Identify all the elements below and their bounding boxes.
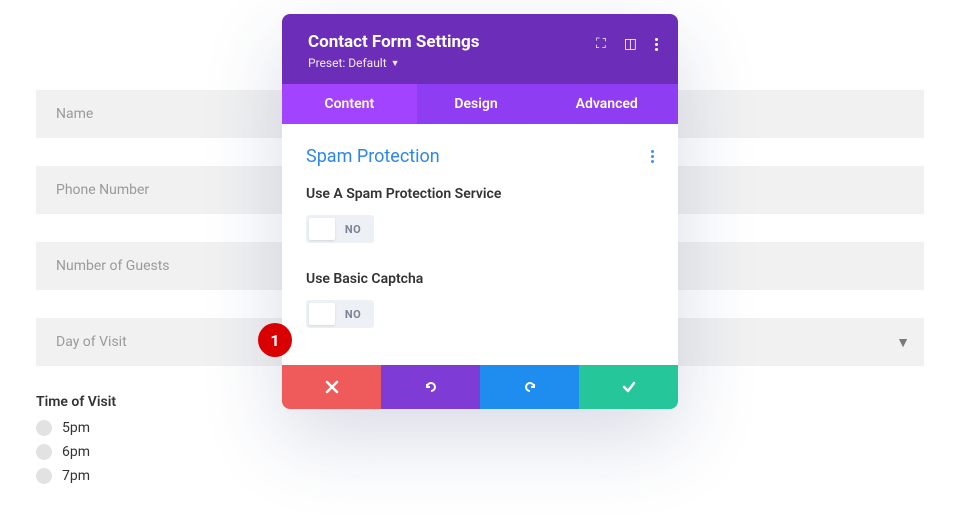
more-options-icon[interactable] [655, 38, 658, 51]
option-basic-captcha: Use Basic Captcha NO [306, 270, 654, 329]
field-placeholder: Phone Number [56, 182, 149, 198]
toggle-value: NO [335, 308, 371, 321]
modal-title: Contact Form Settings [308, 32, 480, 52]
modal-header: Contact Form Settings Preset: Default ▼ … [282, 14, 678, 84]
toggle-knob [309, 303, 335, 325]
caret-down-icon: ▼ [391, 58, 400, 69]
save-button[interactable] [579, 365, 678, 409]
tab-bar: Content Design Advanced [282, 84, 678, 124]
toggle-value: NO [335, 223, 371, 236]
cancel-button[interactable] [282, 365, 381, 409]
content-panel: Spam Protection Use A Spam Protection Se… [282, 124, 678, 365]
tab-design[interactable]: Design [417, 84, 536, 124]
undo-icon [423, 379, 439, 395]
section-title-spam-protection[interactable]: Spam Protection [306, 146, 440, 167]
section-more-icon[interactable] [651, 150, 654, 163]
undo-button[interactable] [381, 365, 480, 409]
radio-option-6pm[interactable]: 6pm [36, 444, 924, 460]
radio-option-7pm[interactable]: 7pm [36, 468, 924, 484]
expand-icon[interactable]: ⛶ [596, 36, 606, 52]
check-icon [621, 379, 637, 395]
option-spam-service: Use A Spam Protection Service NO [306, 185, 654, 244]
toggle-spam-service[interactable]: NO [306, 215, 374, 243]
radio-label: 7pm [62, 468, 90, 484]
close-icon [324, 379, 340, 395]
tab-advanced[interactable]: Advanced [535, 84, 678, 124]
radio-label: 5pm [62, 420, 90, 436]
radio-icon [36, 420, 52, 436]
settings-modal: Contact Form Settings Preset: Default ▼ … [282, 14, 678, 409]
toggle-basic-captcha[interactable]: NO [306, 300, 374, 328]
field-placeholder: Day of Visit [56, 334, 127, 350]
chevron-down-icon: ▼ [896, 334, 910, 351]
redo-button[interactable] [480, 365, 579, 409]
preset-selector[interactable]: Preset: Default ▼ [308, 56, 480, 70]
tab-content[interactable]: Content [282, 84, 417, 124]
redo-icon [522, 379, 538, 395]
preset-label: Preset: Default [308, 56, 387, 70]
radio-label: 6pm [62, 444, 90, 460]
option-label: Use Basic Captcha [306, 270, 506, 288]
annotation-marker-1: 1 [258, 323, 292, 357]
field-placeholder: Name [56, 106, 93, 122]
field-placeholder: Number of Guests [56, 258, 170, 274]
panel-icon[interactable]: ◫ [624, 36, 637, 52]
option-label: Use A Spam Protection Service [306, 185, 506, 203]
radio-option-5pm[interactable]: 5pm [36, 420, 924, 436]
radio-icon [36, 444, 52, 460]
modal-footer [282, 365, 678, 409]
toggle-knob [309, 218, 335, 240]
radio-icon [36, 468, 52, 484]
